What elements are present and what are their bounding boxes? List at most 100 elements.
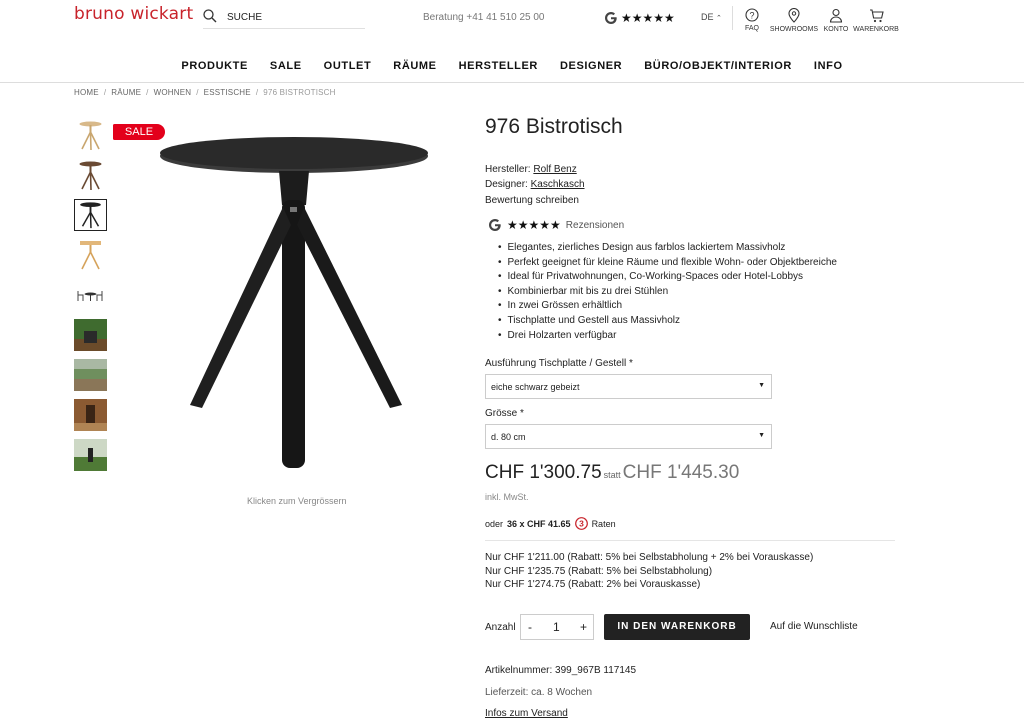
statt-label: statt	[603, 470, 621, 480]
rate-value: 36 x CHF 41.65	[507, 518, 571, 529]
feature-item: Elegantes, zierliches Design aus farblos…	[485, 241, 837, 256]
review-stars: ★★★★★	[507, 218, 561, 232]
help-circle-icon: ?	[745, 8, 759, 22]
discount-item: Nur CHF 1'274.75 (Rabatt: 2% bei Vorausk…	[485, 579, 701, 590]
nav-item-hersteller[interactable]: HERSTELLER	[448, 60, 549, 72]
rate-prefix: oder	[485, 518, 504, 529]
add-to-cart-button[interactable]: IN DEN WARENKORB	[604, 614, 750, 640]
installment-info[interactable]: oder 36 x CHF 41.65 3 Raten	[485, 517, 616, 530]
user-icon	[829, 8, 843, 23]
write-review-link[interactable]: Bewertung schreiben	[485, 195, 579, 206]
account-label: KONTO	[823, 26, 849, 33]
article-number: Artikelnummer: 399_967B 117145	[485, 665, 637, 676]
google-rating[interactable]: ★★★★★	[604, 10, 675, 26]
reviews-label: Rezensionen	[565, 219, 625, 231]
thumbnail-1[interactable]	[74, 119, 107, 151]
search-label: SUCHE	[227, 12, 263, 23]
rate-suffix: Raten	[591, 518, 616, 529]
current-price: CHF 1'300.75	[485, 462, 602, 483]
size-select[interactable]: d. 80 cm ▼	[485, 424, 772, 449]
finish-select-value: eiche schwarz gebeizt	[491, 382, 580, 392]
svg-text:3: 3	[579, 519, 584, 529]
google-icon	[605, 12, 617, 24]
nav-item-info[interactable]: INFO	[803, 60, 854, 72]
product-title: 976 Bistrotisch	[485, 115, 623, 138]
product-rating[interactable]: ★★★★★ Rezensionen	[488, 218, 624, 232]
discount-item: Nur CHF 1'211.00 (Rabatt: 5% bei Selbsta…	[485, 552, 814, 563]
cart-link[interactable]: WARENKORB	[846, 8, 906, 33]
faq-label: FAQ	[744, 25, 759, 32]
feature-item: Perfekt geeignet für kleine Räume und fl…	[485, 256, 837, 271]
old-price: CHF 1'445.30	[622, 462, 740, 483]
nav-item-buero[interactable]: BÜRO/OBJEKT/INTERIOR	[633, 60, 803, 72]
feature-list: Elegantes, zierliches Design aus farblos…	[485, 241, 837, 343]
nav-item-produkte[interactable]: PRODUKTE	[170, 60, 259, 72]
designer-label: Designer:	[485, 179, 528, 190]
map-pin-icon	[788, 8, 800, 23]
svg-text:?: ?	[749, 10, 754, 20]
search-bar[interactable]: SUCHE	[203, 8, 365, 29]
product-main-image[interactable]	[150, 125, 440, 475]
shipping-info-link[interactable]: Infos zum Versand	[485, 708, 568, 719]
breadcrumb-wohnen[interactable]: WOHNEN	[154, 88, 192, 97]
feature-item: Drei Holzarten verfügbar	[485, 329, 837, 344]
rating-stars: ★★★★★	[621, 11, 675, 25]
nav-item-designer[interactable]: DESIGNER	[549, 60, 633, 72]
search-icon	[203, 9, 217, 23]
installment-icon: 3	[574, 517, 588, 530]
main-navigation: PRODUKTE SALE OUTLET RÄUME HERSTELLER DE…	[0, 60, 1024, 72]
feature-item: In zwei Grössen erhältlich	[485, 299, 837, 314]
nav-item-raeume[interactable]: RÄUME	[382, 60, 447, 72]
thumbnail-9[interactable]	[74, 439, 107, 471]
language-label: DE	[701, 12, 714, 22]
language-switch[interactable]: DE ⌃	[701, 12, 722, 22]
vat-note: inkl. MwSt.	[485, 492, 529, 502]
thumbnail-3-selected[interactable]	[74, 199, 107, 231]
size-select-value: d. 80 cm	[491, 432, 526, 442]
thumbnail-8[interactable]	[74, 399, 107, 431]
feature-item: Ideal für Privatwohnungen, Co-Working-Sp…	[485, 270, 837, 285]
thumbnail-6[interactable]	[74, 319, 107, 351]
quantity-stepper[interactable]: - 1 +	[520, 614, 594, 640]
quantity-increment-button[interactable]: +	[580, 620, 587, 634]
breadcrumb-home[interactable]: HOME	[74, 88, 99, 97]
google-icon	[489, 219, 501, 231]
option2-label: Grösse	[485, 408, 518, 419]
discount-item: Nur CHF 1'235.75 (Rabatt: 5% bei Selbsta…	[485, 565, 713, 577]
option1-label: Ausführung Tischplatte / Gestell	[485, 358, 627, 369]
designer-link[interactable]: Kaschkasch	[531, 179, 585, 190]
brand-logo[interactable]: bruno wickart	[74, 4, 193, 24]
required-mark: *	[628, 358, 633, 369]
thumbnail-5[interactable]	[74, 279, 107, 311]
nav-divider	[0, 82, 1024, 83]
caret-down-icon: ▼	[758, 432, 765, 439]
quantity-decrement-button[interactable]: -	[528, 620, 532, 634]
price-block: CHF 1'300.75 statt CHF 1'445.30	[485, 462, 739, 484]
breadcrumb-esstische[interactable]: ESSTISCHE	[204, 88, 251, 97]
divider	[485, 540, 895, 541]
breadcrumb-current: 976 BISTROTISCH	[263, 88, 336, 97]
finish-select[interactable]: eiche schwarz gebeizt ▼	[485, 374, 772, 399]
manufacturer-label: Hersteller:	[485, 164, 531, 175]
required-mark: *	[520, 408, 524, 419]
option1-label-row: Ausführung Tischplatte / Gestell *	[485, 358, 633, 369]
option2-label-row: Grösse *	[485, 408, 524, 419]
caret-down-icon: ▼	[758, 382, 765, 389]
nav-item-sale[interactable]: SALE	[259, 60, 313, 72]
thumbnail-list	[74, 119, 108, 479]
quantity-value[interactable]: 1	[553, 620, 560, 634]
nav-item-outlet[interactable]: OUTLET	[313, 60, 383, 72]
manufacturer-link[interactable]: Rolf Benz	[533, 164, 576, 175]
thumbnail-4[interactable]	[74, 239, 107, 271]
hotline-text[interactable]: Beratung +41 41 510 25 00	[423, 12, 545, 23]
feature-item: Tischplatte und Gestell aus Massivholz	[485, 314, 837, 329]
delivery-time: Lieferzeit: ca. 8 Wochen	[485, 687, 593, 698]
cart-label: WARENKORB	[853, 26, 899, 33]
quantity-label: Anzahl	[485, 622, 516, 633]
thumbnail-7[interactable]	[74, 359, 107, 391]
product-meta: Hersteller: Rolf Benz Designer: Kaschkas…	[485, 162, 585, 192]
thumbnail-2[interactable]	[74, 159, 107, 191]
wishlist-link[interactable]: Auf die Wunschliste	[770, 621, 858, 632]
discount-list: Nur CHF 1'211.00 (Rabatt: 5% bei Selbsta…	[485, 551, 813, 592]
breadcrumb-raeume[interactable]: RÄUME	[111, 88, 141, 97]
